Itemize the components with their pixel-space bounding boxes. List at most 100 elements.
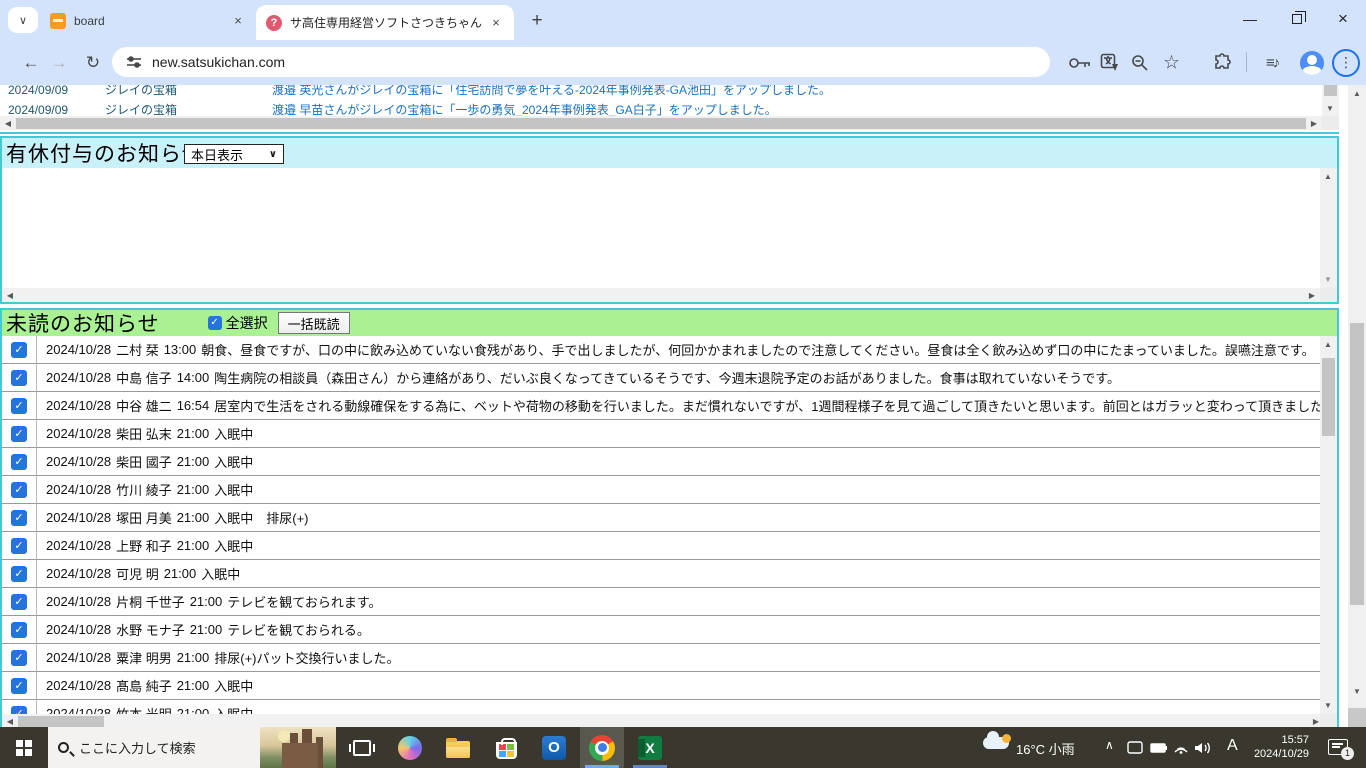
profile-avatar[interactable] [1300,50,1324,75]
tray-expand-chevron[interactable]: ∧ [1105,738,1114,752]
ime-mode-indicator[interactable]: A [1227,737,1238,755]
extensions-icon[interactable] [1213,52,1233,73]
forward-button[interactable]: → [45,53,73,73]
inner-vertical-scrollbar[interactable]: ▲ ▼ [1320,168,1337,288]
browser-menu-button[interactable]: ⋮ [1332,48,1360,77]
outlook-button[interactable]: O [532,727,576,768]
mark-all-read-button[interactable]: 一括既読 [277,312,350,334]
list-item[interactable]: ✓ 2024/10/28 二村 栞 13:00 朝食、昼食ですが、口の中に飲み込めていな… [2,336,1324,364]
scroll-left-icon[interactable]: ◀ [0,119,16,128]
taskbar-clock[interactable]: 15:57 2024/10/29 [1245,733,1309,761]
scroll-left-icon[interactable]: ◀ [2,717,18,726]
bookmark-star-icon[interactable]: ☆ [1163,51,1180,74]
scroll-up-icon[interactable]: ▲ [1320,172,1336,181]
zoom-out-icon[interactable] [1131,54,1149,72]
list-item[interactable]: ✓ 2024/10/28 上野 和子 21:00 入眠中 [2,532,1324,560]
inner-horizontal-scrollbar[interactable]: ◀ ▶ [2,288,1320,302]
row-checkbox[interactable]: ✓ [11,649,27,666]
list-item[interactable]: ✓ 2024/10/28 柴田 國子 21:00 入眠中 [2,448,1324,476]
row-checkbox[interactable]: ✓ [11,453,27,470]
file-explorer-button[interactable] [436,727,480,768]
row-checkbox[interactable]: ✓ [11,537,27,554]
row-checkbox[interactable]: ✓ [11,621,27,638]
row-checkbox[interactable]: ✓ [11,565,27,582]
task-view-button[interactable] [340,727,384,768]
notice-link[interactable]: 渡邉 英光さんがジレイの宝箱に「住宅訪問で夢を叶える-2024年事例発表-GA池… [272,85,831,98]
inner-horizontal-scrollbar[interactable]: ◀ ▶ [0,116,1322,130]
list-item[interactable]: ✓ 2024/10/28 竹川 綾子 21:00 入眠中 [2,476,1324,504]
scroll-up-icon[interactable]: ▲ [1348,89,1366,98]
media-controls-icon[interactable]: ≡♪ [1266,54,1280,71]
system-tray-icons[interactable] [1127,739,1219,756]
excel-button[interactable]: X [628,727,672,768]
scroll-down-icon[interactable]: ▼ [1322,104,1338,113]
translate-icon[interactable] [1100,53,1120,73]
list-item[interactable]: ✓ 2024/10/28 中島 信子 14:00 陶生病院の相談員（森田さん）から連絡が… [2,364,1324,392]
scroll-down-icon[interactable]: ▼ [1320,275,1336,284]
scroll-right-icon[interactable]: ▶ [1306,119,1322,128]
search-highlight-image[interactable] [260,727,336,768]
site-settings-icon[interactable] [126,55,142,69]
scroll-right-icon[interactable]: ▶ [1304,291,1320,300]
select-all-checkbox[interactable]: ✓ [207,316,222,330]
chevron-down-icon: ∨ [268,148,277,160]
row-checkbox[interactable]: ✓ [11,397,27,414]
scrollbar-thumb[interactable] [1350,323,1364,605]
scroll-up-icon[interactable]: ▲ [1320,340,1336,349]
close-tab-icon[interactable]: × [488,15,504,31]
close-window-button[interactable]: × [1320,0,1366,38]
minimize-button[interactable]: — [1227,0,1273,38]
tab-satsukichan[interactable]: ? サ高住専用経営ソフトさつきちゃん × [256,5,514,40]
scrollbar-thumb[interactable] [1322,358,1335,436]
row-checkbox[interactable]: ✓ [11,481,27,498]
row-checkbox[interactable]: ✓ [11,593,27,610]
weather-button[interactable] [983,727,1013,768]
page-scrollbar[interactable]: ▲ ▼ [1348,85,1366,727]
list-item[interactable]: ✓ 2024/10/28 塚田 月美 21:00 入眠中 排尿(+) [2,504,1324,532]
url-text: new.satsukichan.com [152,54,286,70]
microsoft-store-button[interactable] [484,727,528,768]
weather-text[interactable]: 16°C 小雨 [1016,739,1075,758]
notification-center-button[interactable]: 1 [1328,739,1354,760]
scroll-down-icon[interactable]: ▼ [1320,701,1336,710]
checkbox-cell: ✓ [2,448,37,475]
checkbox-cell: ✓ [2,532,37,559]
restore-button[interactable] [1274,0,1320,38]
scroll-left-icon[interactable]: ◀ [2,291,18,300]
list-item[interactable]: ✓ 2024/10/28 柴田 弘末 21:00 入眠中 [2,420,1324,448]
list-item[interactable]: ✓ 2024/10/28 粟津 明男 21:00 排尿(+)パット交換行いました。 [2,644,1324,672]
scroll-down-icon[interactable]: ▼ [1348,687,1366,696]
row-checkbox[interactable]: ✓ [11,677,27,694]
list-item[interactable]: ✓ 2024/10/28 中谷 雄二 16:54 居室内で生活をされる動線確保をする為に… [2,392,1324,420]
copilot-button[interactable] [388,727,432,768]
scrollbar-thumb[interactable] [18,716,104,727]
list-item[interactable]: ✓ 2024/10/28 可児 明 21:00 入眠中 [2,560,1324,588]
taskbar-search-box[interactable]: ここに入力して検索 [48,727,336,768]
tab-board[interactable]: board × [42,7,254,34]
checkbox-cell: ✓ [2,392,37,419]
display-filter-select[interactable]: 本日表示 ∨ [184,144,284,164]
new-tab-button[interactable]: + [524,8,550,34]
inner-vertical-scrollbar[interactable]: ▼ [1322,85,1339,118]
password-manager-icon[interactable] [1068,56,1092,70]
inner-horizontal-scrollbar[interactable]: ◀ ▶ [2,714,1324,727]
row-checkbox[interactable]: ✓ [11,425,27,442]
list-item[interactable]: 2024/09/09 ジレイの宝箱 渡邉 英光さんがジレイの宝箱に「住宅訪問で夢… [0,85,831,99]
list-item[interactable]: ✓ 2024/10/28 片桐 千世子 21:00 テレビを観ておられます。 [2,588,1324,616]
inner-vertical-scrollbar[interactable]: ▲ ▼ [1320,336,1337,714]
scrollbar-thumb[interactable] [1324,85,1337,96]
chrome-button[interactable] [580,727,624,768]
row-checkbox[interactable]: ✓ [11,509,27,526]
list-item[interactable]: ✓ 2024/10/28 水野 モナ子 21:00 テレビを観ておられる。 [2,616,1324,644]
row-checkbox[interactable]: ✓ [11,369,27,386]
start-button[interactable] [0,727,48,768]
tab-search-button[interactable]: ∨ [8,7,38,33]
list-item[interactable]: ✓ 2024/10/28 髙島 純子 21:00 入眠中 [2,672,1324,700]
reload-button[interactable]: ↻ [79,53,107,73]
close-tab-icon[interactable]: × [230,13,246,29]
checkbox-cell: ✓ [2,476,37,503]
back-button[interactable]: ← [17,53,45,73]
address-bar[interactable]: new.satsukichan.com [112,47,1050,77]
row-checkbox[interactable]: ✓ [11,341,27,358]
scrollbar-thumb[interactable] [16,117,1306,129]
